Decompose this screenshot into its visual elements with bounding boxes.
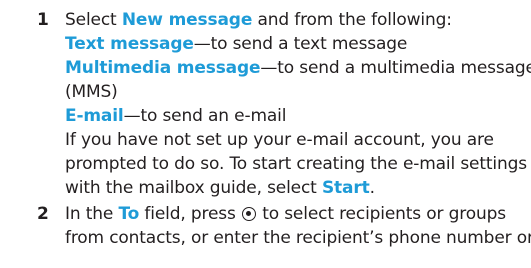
option-term: Multimedia message bbox=[65, 58, 261, 78]
step-2-text: from contacts, or enter the recipient’s … bbox=[65, 228, 531, 248]
step-2-line-1: In the To field, press to select recipie… bbox=[65, 202, 506, 226]
option-mms-continuation: (MMS) bbox=[65, 80, 118, 104]
note-text: If you have not set up your e-mail accou… bbox=[65, 130, 494, 150]
step-2-text: In the bbox=[65, 204, 119, 224]
note-period: . bbox=[369, 178, 375, 198]
mms-abbreviation: (MMS) bbox=[65, 82, 118, 102]
step-1-intro: Select New message and from the followin… bbox=[65, 8, 452, 32]
step-2-text: field, press bbox=[139, 204, 241, 224]
option-description: —to send a text message bbox=[193, 34, 408, 54]
step-number: 1 bbox=[37, 10, 49, 30]
option-term: E-mail bbox=[65, 106, 124, 126]
option-text-message: Text message—to send a text message bbox=[65, 32, 407, 56]
step-1-intro-before: Select bbox=[65, 10, 122, 30]
option-multimedia-message: Multimedia message—to send a multimedia … bbox=[65, 56, 531, 80]
email-note-line-2: prompted to do so. To start creating the… bbox=[65, 152, 527, 176]
email-note-line-3: with the mailbox guide, select Start. bbox=[65, 176, 375, 200]
navigation-key-select-icon bbox=[241, 207, 256, 221]
new-message-term: New message bbox=[121, 10, 253, 30]
email-note-line-1: If you have not set up your e-mail accou… bbox=[65, 128, 494, 152]
step-2-text: to select recipients or groups bbox=[256, 204, 506, 224]
manual-page: 1 Select New message and from the follow… bbox=[0, 0, 531, 268]
step-2-line-2: from contacts, or enter the recipient’s … bbox=[65, 226, 531, 250]
note-text: with the mailbox guide, select bbox=[65, 178, 322, 198]
option-description: —to send a multimedia message bbox=[260, 58, 531, 78]
option-description: —to send an e-mail bbox=[123, 106, 287, 126]
option-email: E-mail—to send an e-mail bbox=[65, 104, 286, 128]
note-text: prompted to do so. To start creating the… bbox=[65, 154, 527, 174]
option-term: Text message bbox=[65, 34, 194, 54]
to-field-term: To bbox=[118, 204, 140, 224]
start-term: Start bbox=[321, 178, 370, 198]
step-1-intro-after: and from the following: bbox=[252, 10, 452, 30]
step-number: 2 bbox=[37, 204, 49, 224]
